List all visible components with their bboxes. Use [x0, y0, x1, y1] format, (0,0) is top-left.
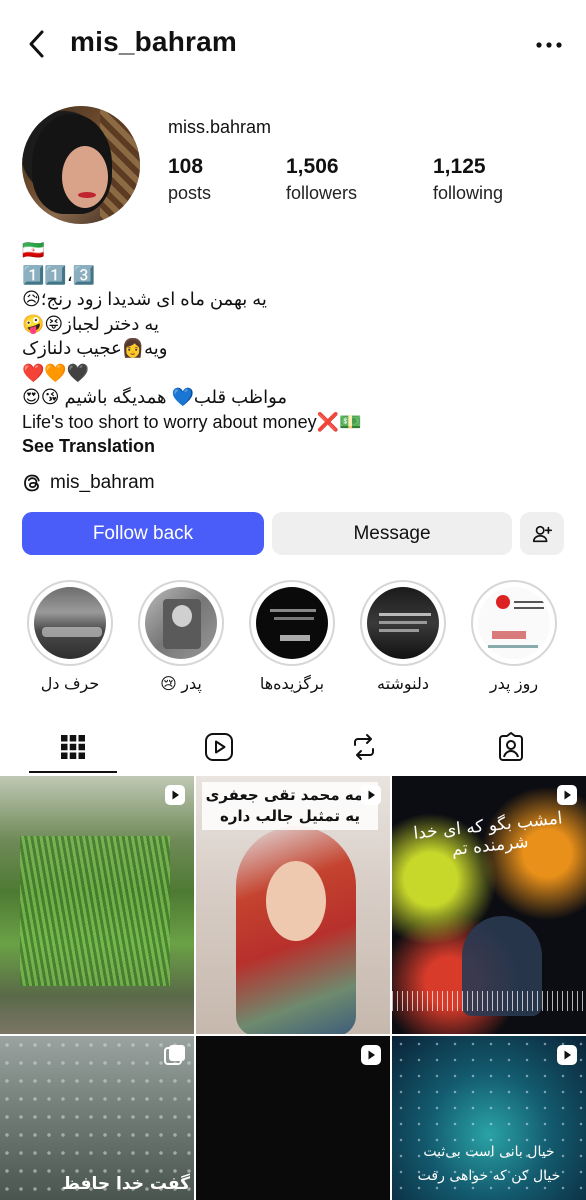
highlight-ring: [360, 580, 446, 666]
reels-icon: [205, 733, 233, 761]
post-thumbnail[interactable]: [0, 776, 194, 1034]
highlight-label: روز پدر: [489, 676, 539, 693]
face-shape: [266, 861, 326, 941]
profile-tabs: [0, 720, 586, 774]
posts-label: posts: [168, 183, 212, 203]
reel-badge-icon: [557, 1045, 577, 1065]
tagged-icon: [499, 732, 523, 761]
repost-icon: [354, 734, 374, 760]
message-button[interactable]: Message: [272, 512, 512, 555]
chevron-left-icon: [29, 30, 44, 58]
post-thumbnail[interactable]: [196, 1036, 390, 1200]
posts-count: 108: [168, 155, 204, 178]
display-name: miss.bahram: [168, 117, 272, 137]
reel-badge-icon: [361, 1045, 381, 1065]
highlight-cover: [256, 587, 328, 659]
followers-label: followers: [286, 183, 358, 203]
post-caption-line: لامه محمد تقی جعفری: [205, 786, 375, 804]
top-bar: mis_bahram: [0, 0, 586, 90]
following-label: following: [433, 183, 504, 203]
post-caption: امشب بگو که ای خدا شرمنده تم: [412, 808, 564, 860]
posts-stat[interactable]: 108 posts: [168, 155, 211, 204]
highlight-label: پدر 😢: [160, 676, 202, 693]
highlight-cover: [478, 587, 550, 659]
tab-reels[interactable]: [161, 720, 277, 774]
story-highlight[interactable]: برگزیده‌ها: [247, 580, 337, 694]
follow-back-button[interactable]: Follow back: [22, 512, 264, 555]
bio-line: 🇮🇷: [22, 240, 45, 260]
story-highlight[interactable]: پدر 😢: [136, 580, 226, 694]
avatar-lips: [78, 192, 96, 198]
reel-badge-icon: [557, 785, 577, 805]
more-horizontal-icon: [536, 42, 562, 48]
following-count: 1,125: [433, 155, 486, 178]
see-translation-link[interactable]: See Translation: [22, 434, 562, 459]
bio: 🇮🇷 1️⃣1️⃣،3️⃣ یه بهمن ماه ای شدیدا زود ر…: [22, 238, 562, 459]
add-user-icon: [532, 525, 552, 542]
followers-stat[interactable]: 1,506 followers: [286, 155, 357, 204]
highlight-ring: [249, 580, 335, 666]
post-caption-line: یه تمثیل جالب داره: [219, 807, 360, 825]
tab-reposts[interactable]: [306, 720, 422, 774]
tab-posts-grid[interactable]: [15, 720, 131, 774]
carousel-badge-icon: [164, 1045, 185, 1065]
post-caption-line: خیال کن که خواهی رفت: [417, 1168, 561, 1184]
bio-line: 1️⃣1️⃣،3️⃣: [22, 264, 96, 285]
bio-line: ❤️🧡🖤: [22, 362, 90, 383]
highlight-ring: [471, 580, 557, 666]
post-caption-line: خیال بانی است بی‌ثبت: [423, 1144, 555, 1160]
highlight-cover: [34, 587, 106, 659]
followers-count: 1,506: [286, 155, 339, 178]
bio-line: ویه👩عجیب دلنازک: [22, 338, 168, 358]
post-thumbnail[interactable]: خیال بانی است بی‌ثبت خیال کن که خواهی رف…: [392, 1036, 586, 1200]
highlight-label: برگزیده‌ها: [259, 676, 325, 693]
story-highlight[interactable]: حرف دل: [25, 580, 115, 694]
reel-badge-icon: [165, 785, 185, 805]
highlight-label: حرف دل: [40, 676, 100, 693]
tab-tagged[interactable]: [453, 720, 569, 774]
active-tab-indicator: [29, 771, 117, 773]
grass-texture: [20, 836, 170, 986]
avatar-face: [62, 146, 108, 208]
highlight-cover: [145, 587, 217, 659]
highlight-cover: [367, 587, 439, 659]
back-button[interactable]: [22, 26, 52, 62]
reel-badge-icon: [361, 785, 381, 805]
highlight-ring: [27, 580, 113, 666]
threads-icon: [24, 474, 40, 492]
bio-line: Life's too short to worry about money❌💵: [22, 411, 362, 432]
post-caption: گفت خدا حافظ: [62, 1174, 190, 1194]
post-thumbnail[interactable]: امشب بگو که ای خدا شرمنده تم: [392, 776, 586, 1034]
threads-link[interactable]: mis_bahram: [22, 472, 155, 494]
more-options-button[interactable]: [534, 38, 564, 50]
suggested-users-button[interactable]: [520, 512, 564, 555]
bio-line: مواظب قلب💙 همدیگه باشیم 😘😍: [22, 387, 288, 407]
threads-handle: mis_bahram: [50, 472, 155, 493]
highlight-ring: [138, 580, 224, 666]
story-highlight[interactable]: دلنوشته: [358, 580, 448, 694]
profile-username: mis_bahram: [70, 26, 237, 57]
bio-line: یه بهمن ماه ای شدیدا زود رنج؛😥: [22, 289, 267, 309]
grid-icon: [61, 735, 85, 759]
post-thumbnail[interactable]: لامه محمد تقی جعفری یه تمثیل جالب داره: [196, 776, 390, 1034]
post-thumbnail[interactable]: گفت خدا حافظ: [0, 1036, 194, 1200]
bio-line: یه دختر لجباز😝🤪: [22, 313, 160, 334]
following-stat[interactable]: 1,125 following: [433, 155, 503, 204]
audio-waveform: [392, 991, 586, 1011]
avatar[interactable]: [22, 106, 140, 224]
story-highlight[interactable]: روز پدر: [469, 580, 559, 694]
highlight-label: دلنوشته: [377, 676, 429, 693]
